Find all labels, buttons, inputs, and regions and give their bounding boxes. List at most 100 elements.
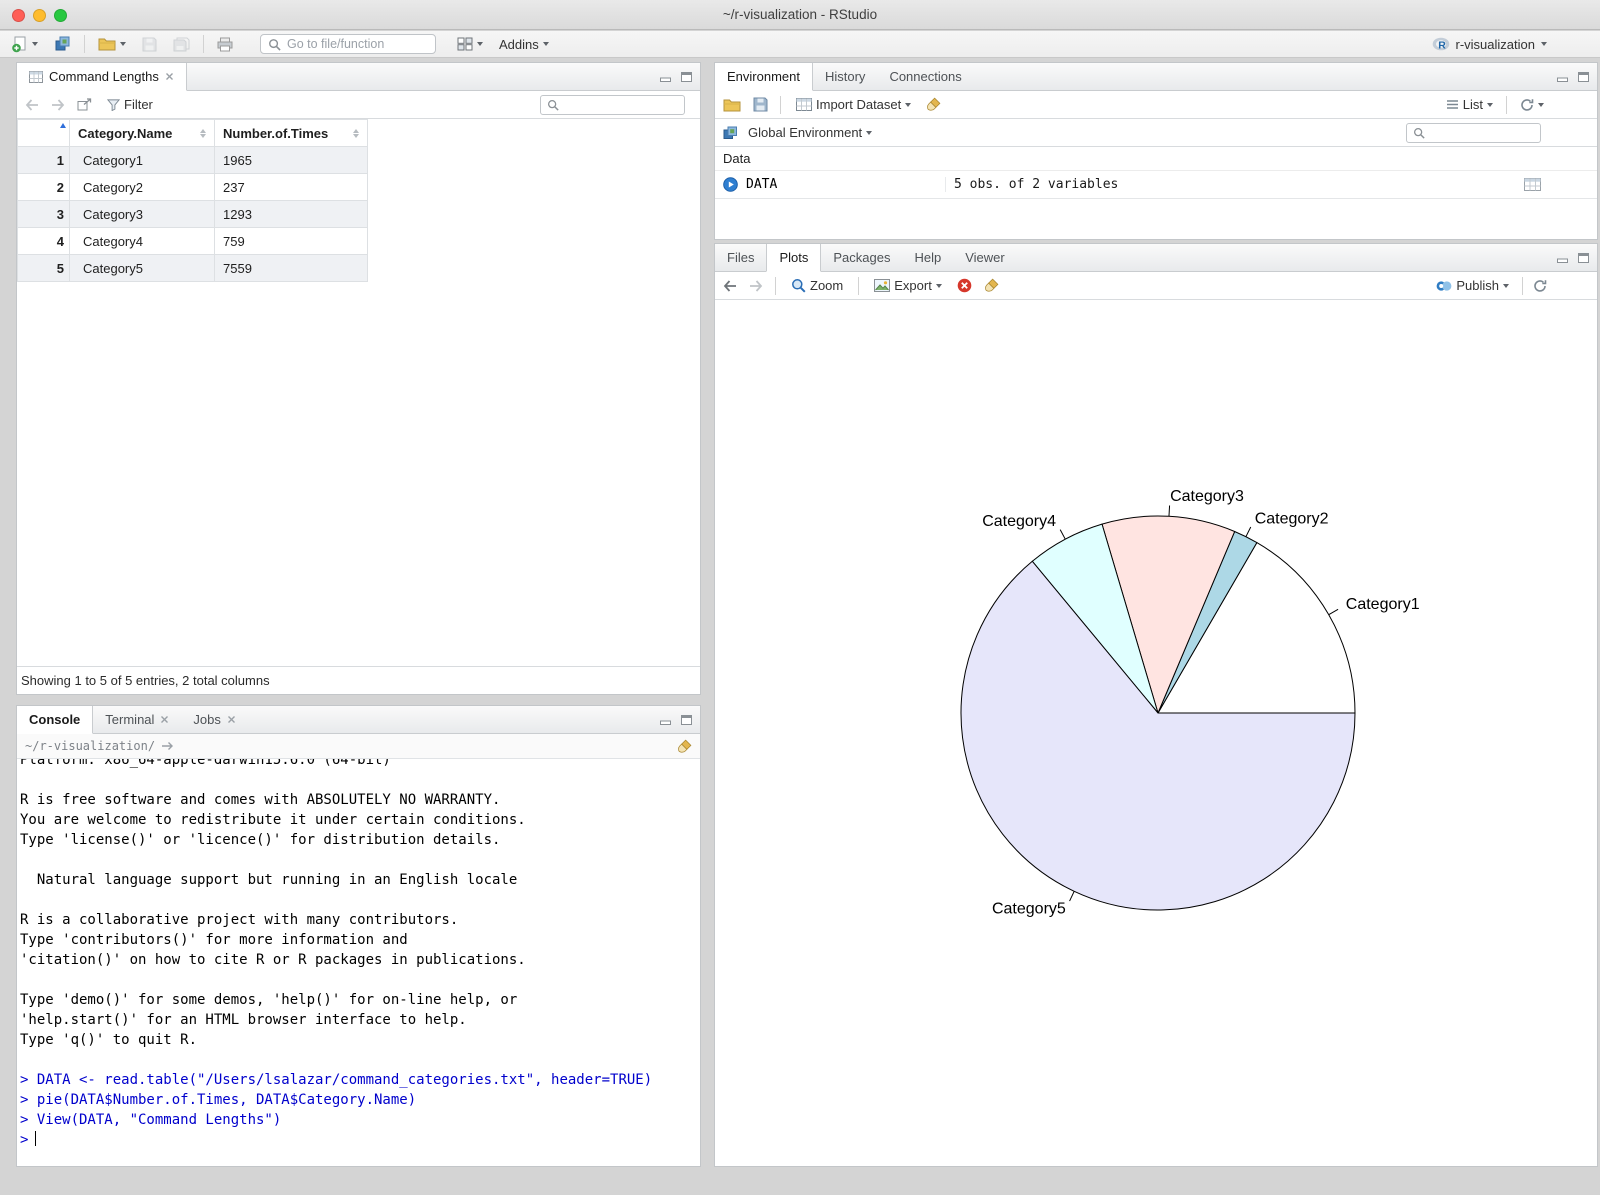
window-title: ~/r-visualization - RStudio	[722, 7, 878, 22]
export-button[interactable]: Export	[871, 276, 945, 295]
tab-files[interactable]: Files	[715, 244, 766, 271]
table-row[interactable]: 2 Category2 237	[17, 173, 368, 201]
sort-icons[interactable]	[192, 128, 206, 138]
separator	[780, 95, 781, 114]
console-output: Platform: x86_64-apple-darwin15.6.0 (64-…	[20, 759, 697, 1130]
refresh-plots-icon[interactable]	[1533, 279, 1547, 293]
tab-console[interactable]: Console	[17, 706, 94, 734]
tab-packages[interactable]: Packages	[821, 244, 902, 271]
pane-controls	[1557, 244, 1597, 271]
console-pathbar: ~/r-visualization/	[17, 734, 700, 759]
new-file-button[interactable]	[8, 34, 41, 55]
popout-window-icon[interactable]	[77, 98, 92, 111]
minimize-pane-icon[interactable]	[1557, 72, 1568, 82]
plots-toolbar: Zoom Export Publish	[715, 272, 1597, 300]
forward-icon[interactable]	[51, 98, 65, 111]
refresh-environment-button[interactable]	[1517, 96, 1547, 114]
refresh-caret-icon	[1538, 102, 1544, 107]
publish-label: Publish	[1456, 278, 1499, 293]
clear-environment-icon[interactable]	[926, 97, 941, 112]
zoom-window-button[interactable]	[54, 8, 67, 22]
addins-caret-icon	[542, 42, 549, 46]
tab-viewer[interactable]: Viewer	[953, 244, 1017, 271]
console-input-line: > pie(DATA$Number.of.Times, DATA$Categor…	[20, 1092, 417, 1108]
table-cell: 7559	[214, 254, 368, 282]
print-button[interactable]	[214, 35, 236, 54]
save-button[interactable]	[139, 35, 160, 54]
zoom-button[interactable]: Zoom	[788, 276, 846, 295]
environment-scope-selector[interactable]: Global Environment	[745, 123, 875, 142]
panes-layout-icon	[457, 37, 473, 51]
previous-plot-icon[interactable]	[723, 279, 737, 292]
panes-caret-icon[interactable]	[477, 42, 483, 46]
save-all-button[interactable]	[170, 35, 193, 54]
close-icon[interactable]	[160, 715, 169, 724]
export-label: Export	[894, 278, 932, 293]
tab-history[interactable]: History	[813, 63, 877, 90]
open-file-caret-icon[interactable]	[120, 42, 126, 46]
close-icon[interactable]	[227, 715, 236, 724]
workspace-panes-button[interactable]	[454, 35, 486, 53]
new-file-caret-icon[interactable]	[32, 42, 38, 46]
table-row[interactable]: 3 Category3 1293	[17, 200, 368, 228]
save-workspace-icon[interactable]	[753, 97, 768, 112]
next-plot-icon[interactable]	[749, 279, 763, 292]
tab-environment[interactable]: Environment	[715, 63, 813, 91]
table-row[interactable]: 4 Category4 759	[17, 227, 368, 255]
close-window-button[interactable]	[12, 8, 25, 22]
goto-file-input[interactable]: Go to file/function	[260, 34, 436, 54]
table-row[interactable]: 5 Category5 7559	[17, 254, 368, 282]
publish-button[interactable]: Publish	[1433, 276, 1512, 295]
maximize-pane-icon[interactable]	[1578, 252, 1589, 263]
minimize-pane-icon[interactable]	[1557, 253, 1568, 263]
clear-plots-icon[interactable]	[984, 278, 999, 293]
back-icon[interactable]	[25, 98, 39, 111]
save-all-icon	[173, 37, 190, 51]
remove-plot-icon[interactable]	[957, 278, 972, 293]
minimize-pane-icon[interactable]	[660, 715, 671, 725]
list-view-button[interactable]: List	[1443, 95, 1496, 114]
new-project-button[interactable]	[51, 34, 74, 54]
maximize-pane-icon[interactable]	[681, 714, 692, 725]
project-menu[interactable]: R r-visualization	[1432, 37, 1592, 52]
column-header-rownum[interactable]	[17, 119, 70, 147]
search-input[interactable]	[540, 94, 685, 115]
open-workspace-icon[interactable]	[723, 98, 741, 112]
pane-controls	[1557, 63, 1597, 90]
pane-controls	[660, 63, 700, 90]
save-icon	[142, 37, 157, 51]
view-data-button[interactable]	[1524, 178, 1541, 191]
console-output-line: R is free software and comes with ABSOLU…	[20, 792, 501, 808]
console-input-line: > DATA <- read.table("/Users/lsalazar/co…	[20, 1072, 653, 1088]
table-cell: Category2	[69, 173, 215, 201]
tab-command-lengths[interactable]: Command Lengths	[17, 63, 187, 91]
tab-plots[interactable]: Plots	[766, 244, 822, 272]
tab-help[interactable]: Help	[902, 244, 953, 271]
maximize-pane-icon[interactable]	[681, 71, 692, 82]
column-header-category-name[interactable]: Category.Name	[69, 119, 215, 147]
sort-icons[interactable]	[345, 128, 359, 138]
environment-search-input[interactable]	[1406, 122, 1541, 143]
maximize-pane-icon[interactable]	[1578, 71, 1589, 82]
tab-jobs[interactable]: Jobs	[181, 706, 247, 733]
pie-label-Category5: Category5	[992, 900, 1066, 917]
addins-button[interactable]: Addins	[496, 35, 552, 54]
environment-object-row[interactable]: DATA 5 obs. of 2 variables	[715, 171, 1597, 199]
goto-directory-icon[interactable]	[161, 741, 174, 751]
column-header-number-of-times[interactable]: Number.of.Times	[214, 119, 368, 147]
table-row[interactable]: 1 Category1 1965	[17, 146, 368, 174]
filter-button[interactable]: Filter	[104, 95, 156, 114]
import-dataset-button[interactable]: Import Dataset	[793, 95, 914, 114]
tab-connections[interactable]: Connections	[877, 63, 973, 90]
console[interactable]: Platform: x86_64-apple-darwin15.6.0 (64-…	[17, 759, 700, 1165]
minimize-window-button[interactable]	[33, 8, 46, 22]
close-icon[interactable]	[165, 72, 174, 81]
list-caret-icon	[1487, 102, 1493, 107]
clear-console-icon[interactable]	[677, 739, 692, 754]
open-file-button[interactable]	[95, 35, 129, 53]
table-cell: 1965	[214, 146, 368, 174]
import-dataset-icon	[796, 98, 812, 111]
expand-object-icon[interactable]	[723, 177, 738, 192]
tab-terminal[interactable]: Terminal	[93, 706, 181, 733]
minimize-pane-icon[interactable]	[660, 72, 671, 82]
